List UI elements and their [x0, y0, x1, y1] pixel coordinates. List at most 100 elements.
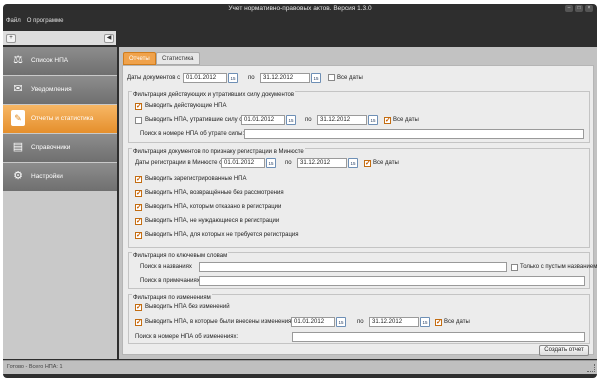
returned-label: Выводить НПА, возвращённые без рассмотре… [145, 190, 284, 196]
menu-file[interactable]: Файл [6, 18, 21, 24]
sidebar-toolbar: + ◀ [3, 31, 116, 45]
expired-date-to-field[interactable]: 31.12.2012 [317, 115, 367, 125]
expired-search-input[interactable] [244, 129, 584, 139]
gears-icon: ⚙ [13, 170, 23, 182]
calendar-icon[interactable]: 15 [286, 115, 296, 125]
scales-icon: ⚖ [13, 54, 23, 66]
book-icon: ▤ [12, 141, 24, 153]
sidebar-item-settings[interactable]: ⚙ Настройки [3, 163, 117, 191]
calendar-icon[interactable]: 15 [348, 158, 358, 168]
show-expired-label: Выводить НПА, утратившие силу с [145, 117, 243, 123]
sidebar-item-directories[interactable]: ▤ Справочники [3, 134, 117, 162]
expired-date-from-field[interactable]: 01.01.2012 [241, 115, 285, 125]
group-changes: Фильтрация по изменениям Выводить НПА бе… [128, 294, 590, 344]
not-required-label: Выводить НПА, для которых не требуется р… [145, 232, 299, 238]
doc-date-to-field[interactable]: 31.12.2012 [260, 73, 310, 83]
sidebar-item-label: Отчеты и статистика [31, 115, 94, 122]
changes-search-input[interactable] [292, 332, 585, 342]
minimize-button[interactable]: – [565, 5, 573, 12]
sidebar-item-label: Список НПА [31, 57, 69, 64]
returned-checkbox[interactable] [135, 189, 142, 197]
changes-date-from-field[interactable]: 01.01.2012 [291, 317, 335, 327]
group-title: Фильтрация по ключевым словам [132, 252, 229, 260]
with-changes-label: Выводить НПА, в которые были внесены изм… [145, 319, 296, 325]
expired-search-label: Поиск в номере НПА об утрате силы: [140, 131, 245, 137]
all-dates-label: Все даты [393, 117, 419, 123]
changes-search-label: Поиск в номере НПА об изменениях: [135, 334, 239, 340]
calendar-icon[interactable]: 15 [228, 73, 238, 83]
to-label: по [305, 117, 312, 123]
group-title: Фильтрация действующих и утративших силу… [132, 91, 296, 99]
sidebar-item-label: Справочники [31, 144, 71, 151]
resize-grip-icon[interactable] [587, 364, 595, 372]
menu-bar: Файл О программе [6, 18, 63, 24]
names-search-input[interactable] [199, 262, 507, 272]
group-registration: Фильтрация документов по признаку регист… [128, 148, 590, 248]
calendar-icon[interactable]: 15 [311, 73, 321, 83]
to-label: по [357, 319, 364, 325]
notes-search-input[interactable] [199, 276, 585, 286]
sidebar-item-reports[interactable]: ✎ Отчеты и статистика [3, 105, 117, 133]
reg-dates-label: Даты регистрации в Минюсте с [135, 160, 223, 166]
collapse-sidebar-button[interactable]: ◀ [104, 34, 114, 43]
refused-label: Выводить НПА, которым отказано в регистр… [145, 204, 282, 210]
no-changes-checkbox[interactable] [135, 303, 142, 311]
with-changes-checkbox[interactable] [135, 318, 142, 326]
expired-all-dates-checkbox[interactable] [384, 116, 391, 124]
all-dates-checkbox[interactable] [328, 74, 335, 81]
registered-label: Выводить зарегистрированные НПА [145, 176, 247, 182]
no-changes-label: Выводить НПА без изменений [145, 304, 230, 310]
close-button[interactable]: × [585, 5, 593, 12]
window-controls: – □ × [565, 5, 593, 12]
window-title: Учет нормативно-правовых актов. Версия 1… [228, 5, 372, 12]
reg-date-to-field[interactable]: 31.12.2012 [297, 158, 347, 168]
sidebar-item-npa-list[interactable]: ⚖ Список НПА [3, 47, 117, 75]
calendar-icon[interactable]: 15 [420, 317, 430, 327]
notes-search-label: Поиск в примечаниях [140, 278, 200, 284]
not-needing-checkbox[interactable] [135, 217, 142, 225]
reg-date-from-field[interactable]: 01.01.2012 [221, 158, 265, 168]
registered-checkbox[interactable] [135, 175, 142, 183]
letters-icon: ✉ [13, 83, 23, 95]
status-text: Готово - Всего НПА: 1 [7, 364, 63, 370]
all-dates-label: Все даты [444, 319, 470, 325]
changes-date-to-field[interactable]: 31.12.2012 [369, 317, 419, 327]
sidebar-item-label: Уведомления [31, 86, 72, 93]
group-title: Фильтрация по изменениям [132, 294, 212, 302]
group-active-expired: Фильтрация действующих и утративших силу… [128, 91, 590, 143]
show-active-checkbox[interactable] [135, 102, 142, 110]
main-area: Отчеты Статистика Даты документов с 01.0… [119, 47, 597, 359]
tab-reports[interactable]: Отчеты [123, 52, 156, 65]
reg-all-dates-checkbox[interactable] [364, 159, 371, 167]
all-dates-label: Все даты [373, 160, 399, 166]
group-title: Фильтрация документов по признаку регист… [132, 148, 305, 156]
group-keywords: Фильтрация по ключевым словам Поиск в на… [128, 252, 597, 289]
empty-names-label: Только с пустым названием [520, 264, 597, 270]
sidebar-item-label: Настройки [31, 173, 63, 180]
to-label: по [248, 75, 255, 81]
calendar-icon[interactable]: 15 [336, 317, 346, 327]
refused-checkbox[interactable] [135, 203, 142, 211]
add-button[interactable]: + [6, 34, 16, 43]
names-search-label: Поиск в названиях [140, 264, 192, 270]
create-report-button[interactable]: Создать отчет [539, 345, 589, 356]
show-expired-checkbox[interactable] [135, 117, 142, 124]
changes-all-dates-checkbox[interactable] [435, 318, 442, 326]
all-dates-label: Все даты [337, 75, 363, 81]
calendar-icon[interactable]: 15 [368, 115, 378, 125]
show-active-label: Выводить действующие НПА [145, 103, 227, 109]
report-icon: ✎ [11, 110, 25, 126]
doc-dates-label: Даты документов с [127, 75, 181, 81]
maximize-button[interactable]: □ [575, 5, 583, 12]
doc-date-from-field[interactable]: 01.01.2012 [183, 73, 227, 83]
calendar-icon[interactable]: 15 [266, 158, 276, 168]
sidebar-item-notifications[interactable]: ✉ Уведомления [3, 76, 117, 104]
menu-about[interactable]: О программе [27, 18, 64, 24]
not-required-checkbox[interactable] [135, 231, 142, 239]
empty-names-checkbox[interactable] [511, 264, 518, 271]
app-window: Учет нормативно-правовых актов. Версия 1… [3, 4, 597, 378]
not-needing-label: Выводить НПА, не нуждающиеся в регистрац… [145, 218, 280, 224]
status-bar: Готово - Всего НПА: 1 [3, 360, 597, 374]
tab-statistics[interactable]: Статистика [156, 52, 200, 65]
reports-panel: Даты документов с 01.01.2012 15 по 31.12… [122, 65, 597, 356]
